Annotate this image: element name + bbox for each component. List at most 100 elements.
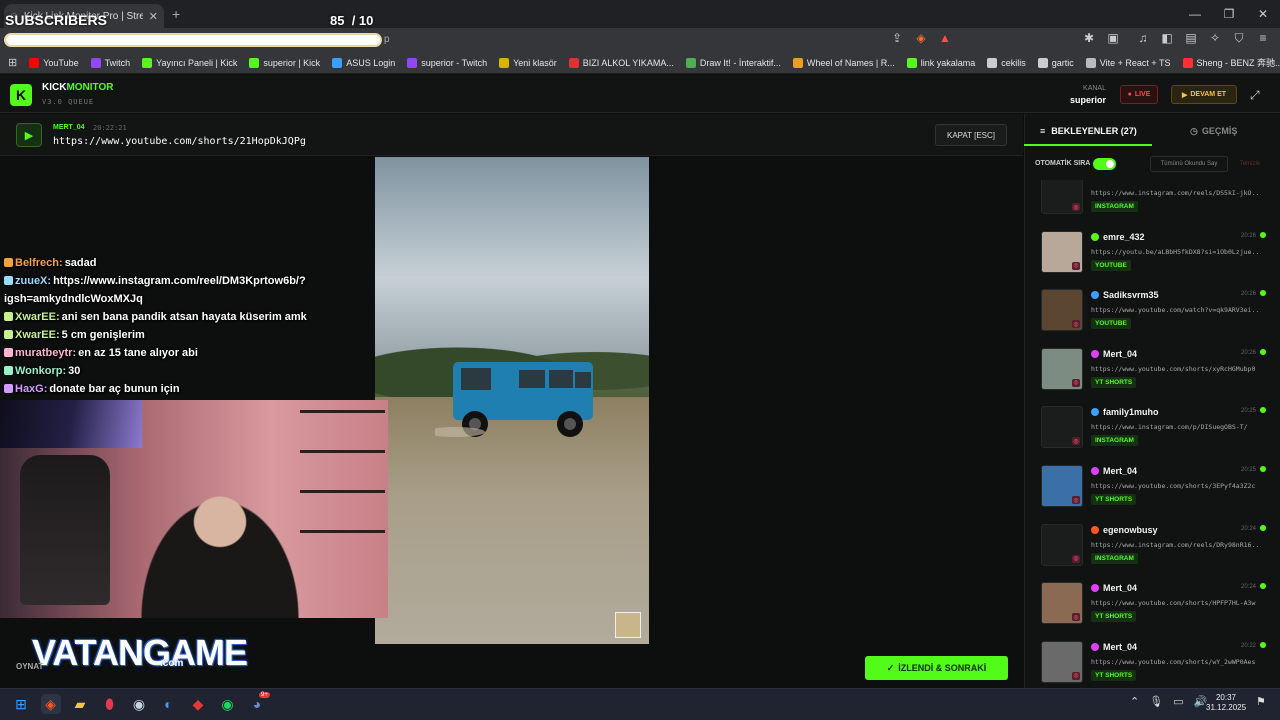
tab-waiting[interactable]: ≡ BEKLEYENLER (27)	[1030, 119, 1150, 143]
user-platform-icon	[1091, 467, 1099, 475]
queue-time: 20:24	[1240, 525, 1256, 532]
queue-item[interactable]: ◎ Mert_04 20:26 https://www.youtube.com/sho…	[1033, 346, 1268, 398]
bookmark-item[interactable]: cekilis	[987, 57, 1026, 68]
leo-icon[interactable]: ✧	[1208, 31, 1222, 46]
bookmark-item[interactable]: gartic	[1037, 57, 1074, 68]
queue-url[interactable]: https://youtu.be/aLBbH5fkDX8?si=1Ob0Lzju…	[1091, 248, 1261, 256]
browser-tab-bar	[0, 0, 1280, 28]
queue-url[interactable]: https://www.youtube.com/shorts/wY_2wWP0A…	[1091, 658, 1261, 666]
spotify-icon[interactable]: ◉	[218, 694, 238, 714]
live-button[interactable]: ● LIVE	[1120, 85, 1158, 104]
now-playing-user: MERT_04	[53, 124, 85, 131]
tab-history[interactable]: ◷ GEÇMİŞ	[1190, 119, 1270, 143]
wallet-icon[interactable]: ▤	[1184, 31, 1198, 46]
close-tab-icon[interactable]: ✕	[149, 10, 158, 23]
bookmark-item[interactable]: ASUS Login	[332, 57, 395, 68]
bookmark-item[interactable]: Twitch	[90, 57, 131, 68]
new-tab-button[interactable]: +	[172, 6, 180, 22]
queue-user: Mert_04	[1103, 641, 1138, 652]
bookmark-item[interactable]: Yeni klasör	[499, 57, 557, 68]
mark-all-read-button[interactable]: Tümünü Okundu Say	[1150, 156, 1228, 172]
queue-time: 20:25	[1240, 408, 1256, 415]
bookmark-favicon-icon	[1182, 57, 1193, 68]
queue-url[interactable]: https://www.instagram.com/reels/DRy98nR1…	[1091, 541, 1261, 549]
watched-next-button[interactable]: ✓ İZLENDİ & SONRAKİ	[865, 656, 1008, 680]
music-icon[interactable]: ♫	[1136, 31, 1150, 46]
brave-shield-icon[interactable]: ◈	[914, 31, 928, 46]
queue-item[interactable]: ◎ Mert_04 20:25 https://www.youtube.com/sho…	[1033, 463, 1268, 515]
rewards-icon[interactable]: ▲	[938, 31, 952, 46]
queue-url[interactable]: https://www.youtube.com/shorts/HPFP7HL-A…	[1091, 599, 1261, 607]
minimize-icon[interactable]: —	[1178, 0, 1212, 28]
bookmark-favicon-icon	[90, 57, 101, 68]
mic-icon[interactable]: 🎙	[1149, 695, 1163, 708]
queue-url[interactable]: https://www.youtube.com/shorts/3EPyf4a3Z…	[1091, 482, 1261, 490]
queue-thumbnail: ◎	[1041, 465, 1083, 507]
bookmark-item[interactable]: Sheng - BENZ 奔驰...	[1182, 56, 1280, 69]
popout-icon[interactable]: ⤢	[1250, 88, 1260, 103]
extensions-icon[interactable]: ✱	[1082, 31, 1096, 46]
queue-time: 20:26	[1240, 291, 1256, 298]
queue-thumbnail: ◎	[1041, 406, 1083, 449]
brave-icon[interactable]: ◈	[40, 694, 61, 714]
queue-item[interactable]: ◎ https://www.instagram.com/reels/DS5kI-j…	[1033, 180, 1268, 222]
platform-tag: YT SHORTS	[1091, 494, 1137, 505]
queue-item[interactable]: ◎ family1muho 20:25 https://www.instagram.c…	[1033, 404, 1268, 456]
tray-chevron-icon[interactable]: ⌃	[1130, 695, 1139, 708]
clock-time: 20:37	[1215, 693, 1237, 702]
network-icon[interactable]: ▭	[1173, 695, 1183, 708]
notification-icon[interactable]: ⚑	[1256, 695, 1266, 708]
queue-url[interactable]: https://www.instagram.com/p/DISuegOBS-T/	[1091, 423, 1261, 431]
address-bar[interactable]	[4, 33, 382, 47]
bookmark-favicon-icon	[685, 57, 696, 68]
live-dot-icon: ●	[1127, 91, 1132, 98]
maps-icon[interactable]: ⬮	[100, 694, 120, 714]
bookmark-item[interactable]: YouTube	[29, 57, 79, 68]
vpn-icon[interactable]: ⛉	[1232, 31, 1246, 46]
channel-avatar	[615, 612, 641, 638]
queue-url[interactable]: https://www.instagram.com/reels/DS5kI-jk…	[1091, 189, 1261, 197]
vatangame-text: VATANGAME	[32, 632, 248, 673]
bookmark-item[interactable]: Yayıncı Paneli | Kick	[142, 57, 237, 68]
sidebar-icon[interactable]: ◧	[1160, 31, 1174, 46]
tab-waiting-label: BEKLEYENLER (27)	[1051, 126, 1137, 136]
clear-button[interactable]: Temizle	[1232, 156, 1268, 172]
queue-item[interactable]: ◎ Mert_04 20:22 https://www.youtube.com/sho…	[1033, 639, 1268, 688]
user-platform-icon	[1091, 408, 1099, 417]
close-window-icon[interactable]: ✕	[1246, 0, 1280, 28]
bookmark-item[interactable]: superior | Kick	[249, 57, 320, 68]
screenshot-icon[interactable]: ▣	[1106, 31, 1120, 46]
edge-icon[interactable]: ◐	[159, 694, 179, 714]
queue-item[interactable]: ◎ egenowbusy 20:24 https://www.instagram.co…	[1033, 522, 1268, 574]
queue-item[interactable]: ◎ emre_432 20:26 https://youtu.be/aLBbH5fkD…	[1033, 229, 1268, 281]
bookmark-favicon-icon	[1085, 57, 1096, 68]
platform-tag: YOUTUBE	[1091, 259, 1131, 271]
bookmark-item[interactable]: Draw It! - İnteraktif...	[685, 57, 781, 68]
clock[interactable]: 20:37 31.12.2025	[1206, 693, 1246, 713]
files-icon[interactable]: ▰	[70, 694, 90, 714]
game-icon[interactable]: ◆	[188, 694, 208, 714]
queue-url[interactable]: https://www.youtube.com/watch?v=qk9ARV3e…	[1091, 306, 1261, 314]
queue-item[interactable]: ◎ Sadiksvrm35 20:26 https://www.youtube.com…	[1033, 287, 1268, 339]
bookmark-item[interactable]: superior - Twitch	[407, 57, 487, 68]
bookmark-item[interactable]: BIZI ALKOL YIKAMA...	[568, 57, 674, 68]
steam-icon[interactable]: ◉	[129, 694, 149, 714]
menu-icon[interactable]: ≡	[1256, 31, 1270, 46]
windows-start-icon[interactable]: ⊞	[11, 694, 31, 714]
queue-item[interactable]: ◎ Mert_04 20:24 https://www.youtube.com/sho…	[1033, 580, 1268, 632]
bookmark-item[interactable]: Wheel of Names | R...	[792, 57, 895, 68]
apps-grid-icon[interactable]: ⊞	[8, 56, 17, 69]
auto-queue-toggle[interactable]	[1093, 158, 1116, 170]
bookmark-label: Twitch	[104, 57, 131, 68]
bookmark-label: Wheel of Names | R...	[806, 57, 895, 68]
bookmarks-bar: ⊞ YouTube Twitch Yayıncı Paneli | Kick supe…	[0, 52, 1280, 74]
maximize-icon[interactable]: ❐	[1212, 0, 1246, 28]
close-button[interactable]: KAPAT [ESC]	[935, 124, 1007, 146]
now-playing-url[interactable]: https://www.youtube.com/shorts/21HopDkJQ…	[53, 136, 306, 147]
devam-button[interactable]: ▶ DEVAM ET	[1171, 85, 1237, 104]
video-player[interactable]	[375, 157, 649, 644]
share-icon[interactable]: ⇪	[890, 31, 904, 46]
queue-url[interactable]: https://www.youtube.com/shorts/xyRcHGMub…	[1091, 365, 1261, 373]
bookmark-item[interactable]: link yakalama	[906, 57, 975, 68]
bookmark-item[interactable]: Vite + React + TS	[1085, 57, 1171, 68]
